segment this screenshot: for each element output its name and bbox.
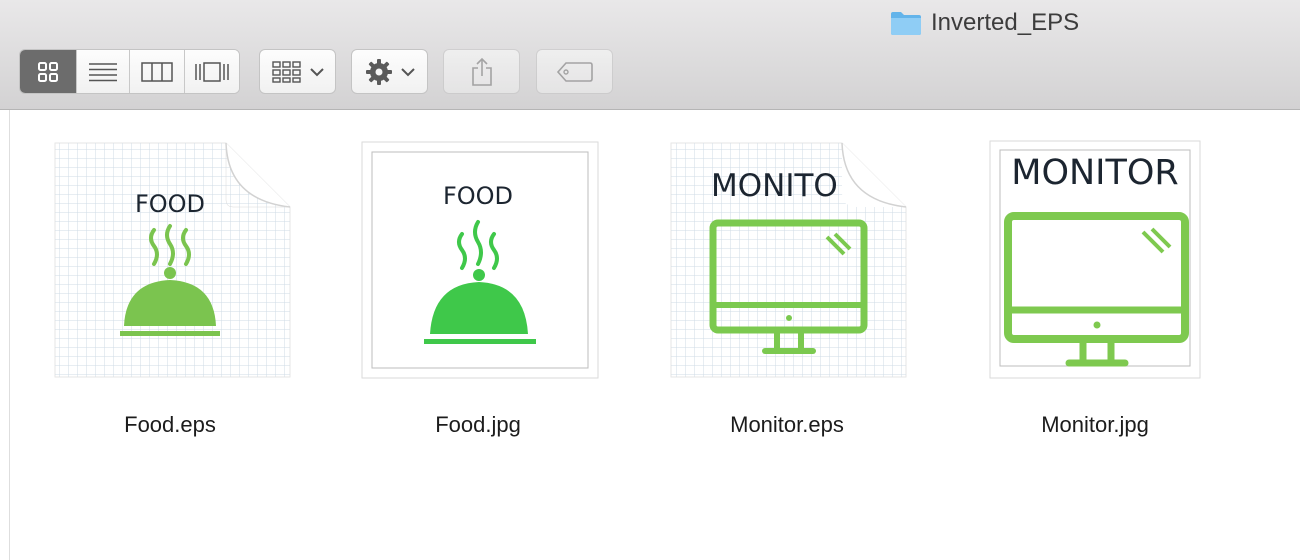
share-button[interactable] — [443, 49, 520, 94]
list-view-icon — [89, 62, 118, 81]
arrange-button[interactable] — [259, 49, 336, 94]
cover-flow-icon — [195, 61, 229, 82]
icon-view-icon — [38, 61, 59, 82]
thumbnail-label: MONITO — [711, 168, 838, 204]
jpg-image-thumbnail: MONITOR — [989, 140, 1201, 379]
file-item-food-eps[interactable]: FOOD Food.eps — [50, 140, 291, 450]
list-view-button[interactable] — [77, 50, 130, 93]
file-item-monitor-jpg[interactable]: MONITOR Monitor.jpg — [975, 140, 1215, 450]
gear-icon — [365, 58, 392, 85]
thumbnail-label: FOOD — [135, 190, 205, 218]
arrange-grid-icon — [271, 60, 301, 83]
view-mode-control — [19, 49, 240, 94]
file-item-monitor-eps[interactable]: MONITO Monitor.eps — [667, 140, 907, 450]
tag-icon — [556, 61, 593, 82]
jpg-image-thumbnail: FOOD — [361, 141, 599, 379]
file-name[interactable]: Food.eps — [50, 412, 290, 438]
cover-flow-view-button[interactable] — [184, 50, 239, 93]
chevron-down-icon — [309, 67, 324, 76]
file-item-food-jpg[interactable]: FOOD Food.jpg — [358, 140, 599, 450]
thumbnail-label: MONITOR — [1011, 153, 1179, 193]
file-name[interactable]: Monitor.eps — [667, 412, 907, 438]
window-title-text: Inverted_EPS — [931, 9, 1080, 36]
action-button[interactable] — [351, 49, 428, 94]
file-name[interactable]: Food.jpg — [358, 412, 598, 438]
finder-toolbar: Inverted_EPS — [0, 0, 1300, 110]
column-view-button[interactable] — [130, 50, 185, 93]
thumbnail-label: FOOD — [443, 182, 513, 210]
eps-document-thumbnail: MONITO — [670, 142, 907, 378]
tags-button[interactable] — [536, 49, 613, 94]
window-edge — [9, 110, 10, 560]
chevron-down-icon — [400, 67, 415, 76]
icon-view-button[interactable] — [20, 50, 78, 93]
column-view-icon — [141, 61, 173, 82]
window-title: Inverted_EPS — [890, 8, 1079, 38]
share-icon — [471, 57, 492, 86]
eps-document-thumbnail: FOOD — [54, 142, 291, 378]
folder-icon — [891, 12, 921, 35]
file-name[interactable]: Monitor.jpg — [975, 412, 1215, 438]
